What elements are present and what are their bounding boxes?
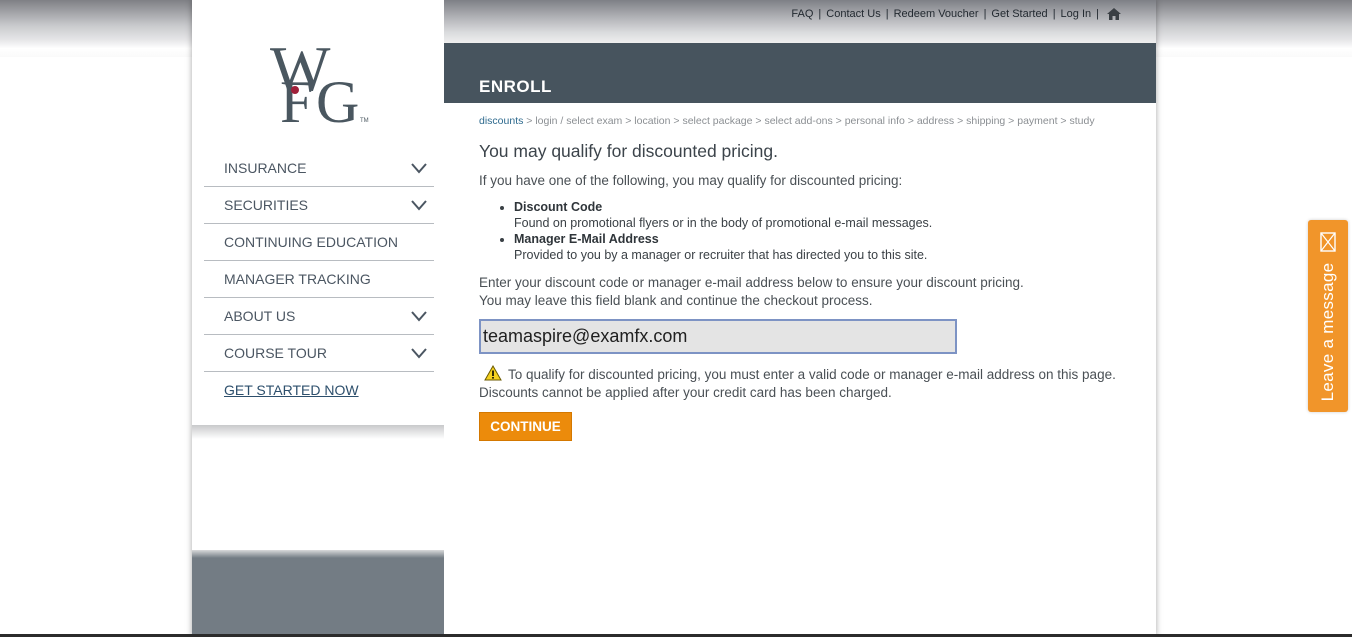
qualify-options: Discount Code Found on promotional flyer… xyxy=(479,199,932,263)
envelope-icon xyxy=(1320,232,1336,252)
breadcrumb-step: payment xyxy=(1017,115,1058,127)
sidebar-item-manager-tracking[interactable]: MANAGER TRACKING xyxy=(204,261,434,298)
option-description: Provided to you by a manager or recruite… xyxy=(514,248,928,262)
sidebar-footer xyxy=(192,550,444,637)
option-manager-email: Manager E-Mail Address Provided to you b… xyxy=(514,231,932,263)
option-title: Manager E-Mail Address xyxy=(514,232,659,246)
breadcrumb-step: select package xyxy=(682,115,753,127)
sidebar-item-label: COURSE TOUR xyxy=(224,345,327,361)
chevron-down-icon[interactable] xyxy=(410,161,428,175)
page-title: ENROLL xyxy=(479,77,552,96)
sidebar-item-label: GET STARTED NOW xyxy=(224,382,359,398)
breadcrumb-separator: > xyxy=(670,115,683,127)
enroll-header: ENROLL xyxy=(444,43,1156,103)
separator: | xyxy=(1052,8,1056,20)
instructions-line-2: You may leave this field blank and conti… xyxy=(479,293,873,308)
logo-tm: TM xyxy=(360,118,369,124)
sidebar-item-course-tour[interactable]: COURSE TOUR xyxy=(204,335,434,372)
breadcrumb-step: personal info xyxy=(844,115,905,127)
breadcrumb-step: location xyxy=(634,115,671,127)
sidebar-item-securities[interactable]: SECURITIES xyxy=(204,187,434,224)
separator: | xyxy=(983,8,987,20)
get-started-link[interactable]: Get Started xyxy=(991,8,1047,20)
logo-dot xyxy=(291,86,299,94)
breadcrumb-step: address xyxy=(916,115,955,127)
top-links: FAQ | Contact Us | Redeem Voucher | Get … xyxy=(791,7,1122,21)
sidebar-item-label: MANAGER TRACKING xyxy=(224,271,371,287)
separator: | xyxy=(818,8,822,20)
option-discount-code: Discount Code Found on promotional flyer… xyxy=(514,199,932,231)
breadcrumb-separator: > xyxy=(523,115,536,127)
redeem-voucher-link[interactable]: Redeem Voucher xyxy=(894,8,979,20)
logo-letter-g: G xyxy=(316,69,359,130)
discount-warning: To qualify for discounted pricing, you m… xyxy=(479,365,1119,402)
main-nav: INSURANCE SECURITIES CONTINUING EDUCATION M… xyxy=(204,150,434,408)
sidebar-item-insurance[interactable]: INSURANCE xyxy=(204,150,434,187)
warning-text: To qualify for discounted pricing, you m… xyxy=(479,367,1116,400)
breadcrumb-step: study xyxy=(1069,115,1095,127)
site-frame: W F G TM INSURANCE SECURITIES CONTINUING E… xyxy=(192,0,1156,637)
separator: | xyxy=(1096,8,1099,20)
breadcrumb-step: shipping xyxy=(966,115,1006,127)
separator: | xyxy=(885,8,889,20)
sidebar-item-about-us[interactable]: ABOUT US xyxy=(204,298,434,335)
sidebar-item-get-started-now[interactable]: GET STARTED NOW xyxy=(204,372,434,408)
leave-message-tab[interactable]: Leave a message xyxy=(1308,220,1348,412)
continue-button[interactable]: CONTINUE xyxy=(479,412,572,441)
breadcrumb-step: select add-ons xyxy=(764,115,833,127)
intro-text: If you have one of the following, you ma… xyxy=(479,173,903,188)
option-description: Found on promotional flyers or in the bo… xyxy=(514,216,933,230)
home-icon[interactable] xyxy=(1106,7,1122,21)
instructions-line-1: Enter your discount code or manager e-ma… xyxy=(479,275,1024,290)
chevron-down-icon[interactable] xyxy=(410,198,428,212)
sidebar-item-label: SECURITIES xyxy=(224,197,309,213)
chevron-down-icon[interactable] xyxy=(410,309,428,323)
option-title: Discount Code xyxy=(514,200,603,214)
main-content: FAQ | Contact Us | Redeem Voucher | Get … xyxy=(444,0,1156,637)
sidebar-item-label: INSURANCE xyxy=(224,160,307,176)
breadcrumb-step[interactable]: discounts xyxy=(479,115,523,127)
sidebar: W F G TM INSURANCE SECURITIES CONTINUING E… xyxy=(192,0,444,637)
breadcrumb-separator: > xyxy=(1057,115,1070,127)
breadcrumb-separator: > xyxy=(622,115,635,127)
warning-icon xyxy=(484,365,502,381)
discount-code-input[interactable] xyxy=(479,319,957,354)
contact-us-link[interactable]: Contact Us xyxy=(826,8,880,20)
breadcrumb-separator: > xyxy=(904,115,917,127)
breadcrumb-separator: > xyxy=(752,115,765,127)
log-in-link[interactable]: Log In xyxy=(1061,8,1092,20)
leave-message-label: Leave a message xyxy=(1318,262,1337,402)
sidebar-item-continuing-education[interactable]: CONTINUING EDUCATION xyxy=(204,224,434,261)
sidebar-item-label: CONTINUING EDUCATION xyxy=(224,234,398,250)
breadcrumb-separator: > xyxy=(954,115,967,127)
sidebar-item-label: ABOUT US xyxy=(224,308,296,324)
logo-letter-fg: F xyxy=(280,69,313,130)
breadcrumb-separator: > xyxy=(832,115,845,127)
instructions: Enter your discount code or manager e-ma… xyxy=(479,274,1024,310)
breadcrumb-separator: > xyxy=(1005,115,1018,127)
page-heading: You may qualify for discounted pricing. xyxy=(479,141,778,161)
wfg-logo-graphic: W F G TM xyxy=(270,33,369,135)
sidebar-divider xyxy=(192,425,444,439)
breadcrumb: discounts > login / select exam > locati… xyxy=(479,115,1095,127)
breadcrumb-step: login / select exam xyxy=(535,115,623,127)
faq-link[interactable]: FAQ xyxy=(791,8,813,20)
wfg-logo[interactable]: W F G TM xyxy=(264,30,374,135)
chevron-down-icon[interactable] xyxy=(410,346,428,360)
